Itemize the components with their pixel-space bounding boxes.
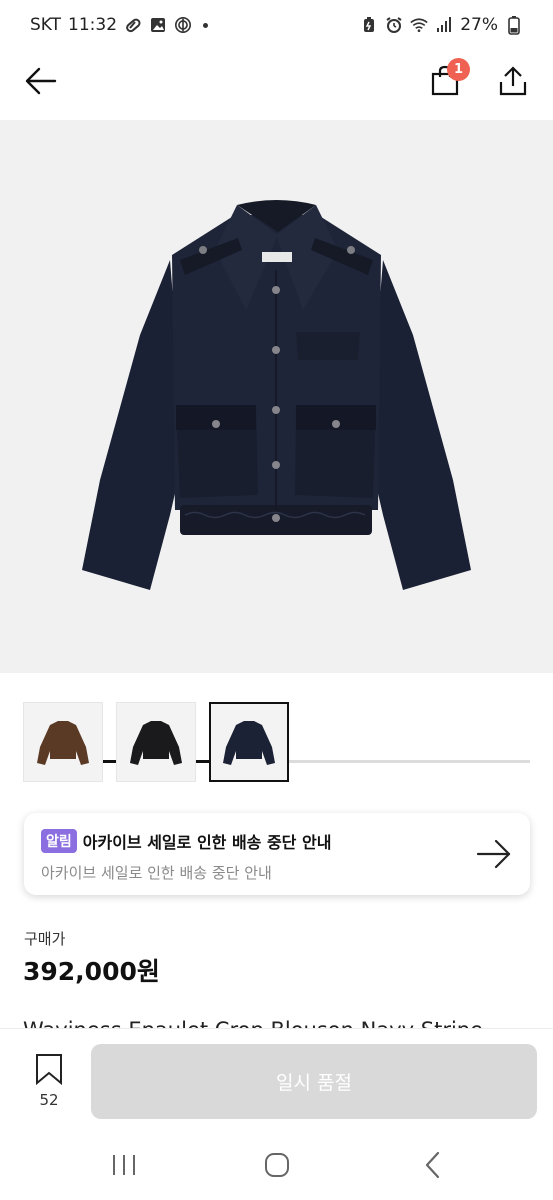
gallery-icon xyxy=(149,16,167,34)
wifi-icon xyxy=(410,16,428,34)
price-value: 392,000원 xyxy=(23,957,160,986)
bookmark-icon xyxy=(36,1054,62,1085)
thumbnail-strip xyxy=(23,702,289,782)
android-navigation-bar xyxy=(0,1138,553,1200)
cart-count-badge: 1 xyxy=(447,58,470,81)
wishlist-button[interactable]: 52 xyxy=(24,1053,74,1115)
clock: 11:32 xyxy=(68,15,118,35)
wishlist-count: 52 xyxy=(39,1091,59,1109)
status-right: 27% xyxy=(360,15,523,35)
soldout-button[interactable]: 일시 품절 xyxy=(91,1044,537,1119)
jacket-thumbnail-image xyxy=(223,721,275,765)
signal-icon xyxy=(435,16,453,34)
home-icon[interactable] xyxy=(262,1150,292,1180)
shipping-notice-card[interactable]: 알림 아카이브 세일로 인한 배송 중단 안내 아카이브 세일로 인한 배송 중… xyxy=(24,813,530,895)
arrow-left-icon xyxy=(25,67,57,95)
battery-percent: 27% xyxy=(460,15,498,35)
battery-saver-icon xyxy=(360,16,378,34)
arrow-right-icon xyxy=(476,839,511,869)
jacket-thumbnail-image xyxy=(37,721,89,765)
status-bar: SKT 11:32 27% xyxy=(0,0,553,50)
thumbnail-navy[interactable] xyxy=(209,702,289,782)
jacket-product-photo xyxy=(82,200,471,590)
share-button[interactable] xyxy=(494,60,532,102)
thumbnail-black[interactable] xyxy=(116,702,196,782)
pill-icon xyxy=(124,16,142,34)
notice-title: 아카이브 세일로 인한 배송 중단 안내 xyxy=(82,833,332,852)
bottom-action-bar: 52 일시 품절 xyxy=(0,1028,553,1138)
notice-badge: 알림 xyxy=(41,829,77,853)
status-left: SKT 11:32 xyxy=(30,15,209,35)
product-name: Waviness Epaulet Crop Blouson Navy Strip… xyxy=(23,1015,553,1029)
recent-apps-icon[interactable] xyxy=(108,1153,140,1177)
top-nav: 1 xyxy=(0,50,553,120)
notification-dot-icon xyxy=(203,22,209,28)
battery-icon xyxy=(505,16,523,35)
thumbnail-brown[interactable] xyxy=(23,702,103,782)
nfc-icon xyxy=(174,16,192,34)
carrier-label: SKT xyxy=(30,15,62,35)
jacket-thumbnail-image xyxy=(130,721,182,765)
alarm-icon xyxy=(385,16,403,34)
product-image-carousel[interactable] xyxy=(0,120,553,763)
share-icon xyxy=(499,66,527,96)
notice-header: 알림 아카이브 세일로 인한 배송 중단 안내 xyxy=(41,829,514,853)
back-button[interactable] xyxy=(22,62,60,100)
back-nav-icon[interactable] xyxy=(420,1150,446,1180)
price-label: 구매가 xyxy=(24,930,66,948)
notice-subtitle: 아카이브 세일로 인한 배송 중단 안내 xyxy=(41,864,272,882)
